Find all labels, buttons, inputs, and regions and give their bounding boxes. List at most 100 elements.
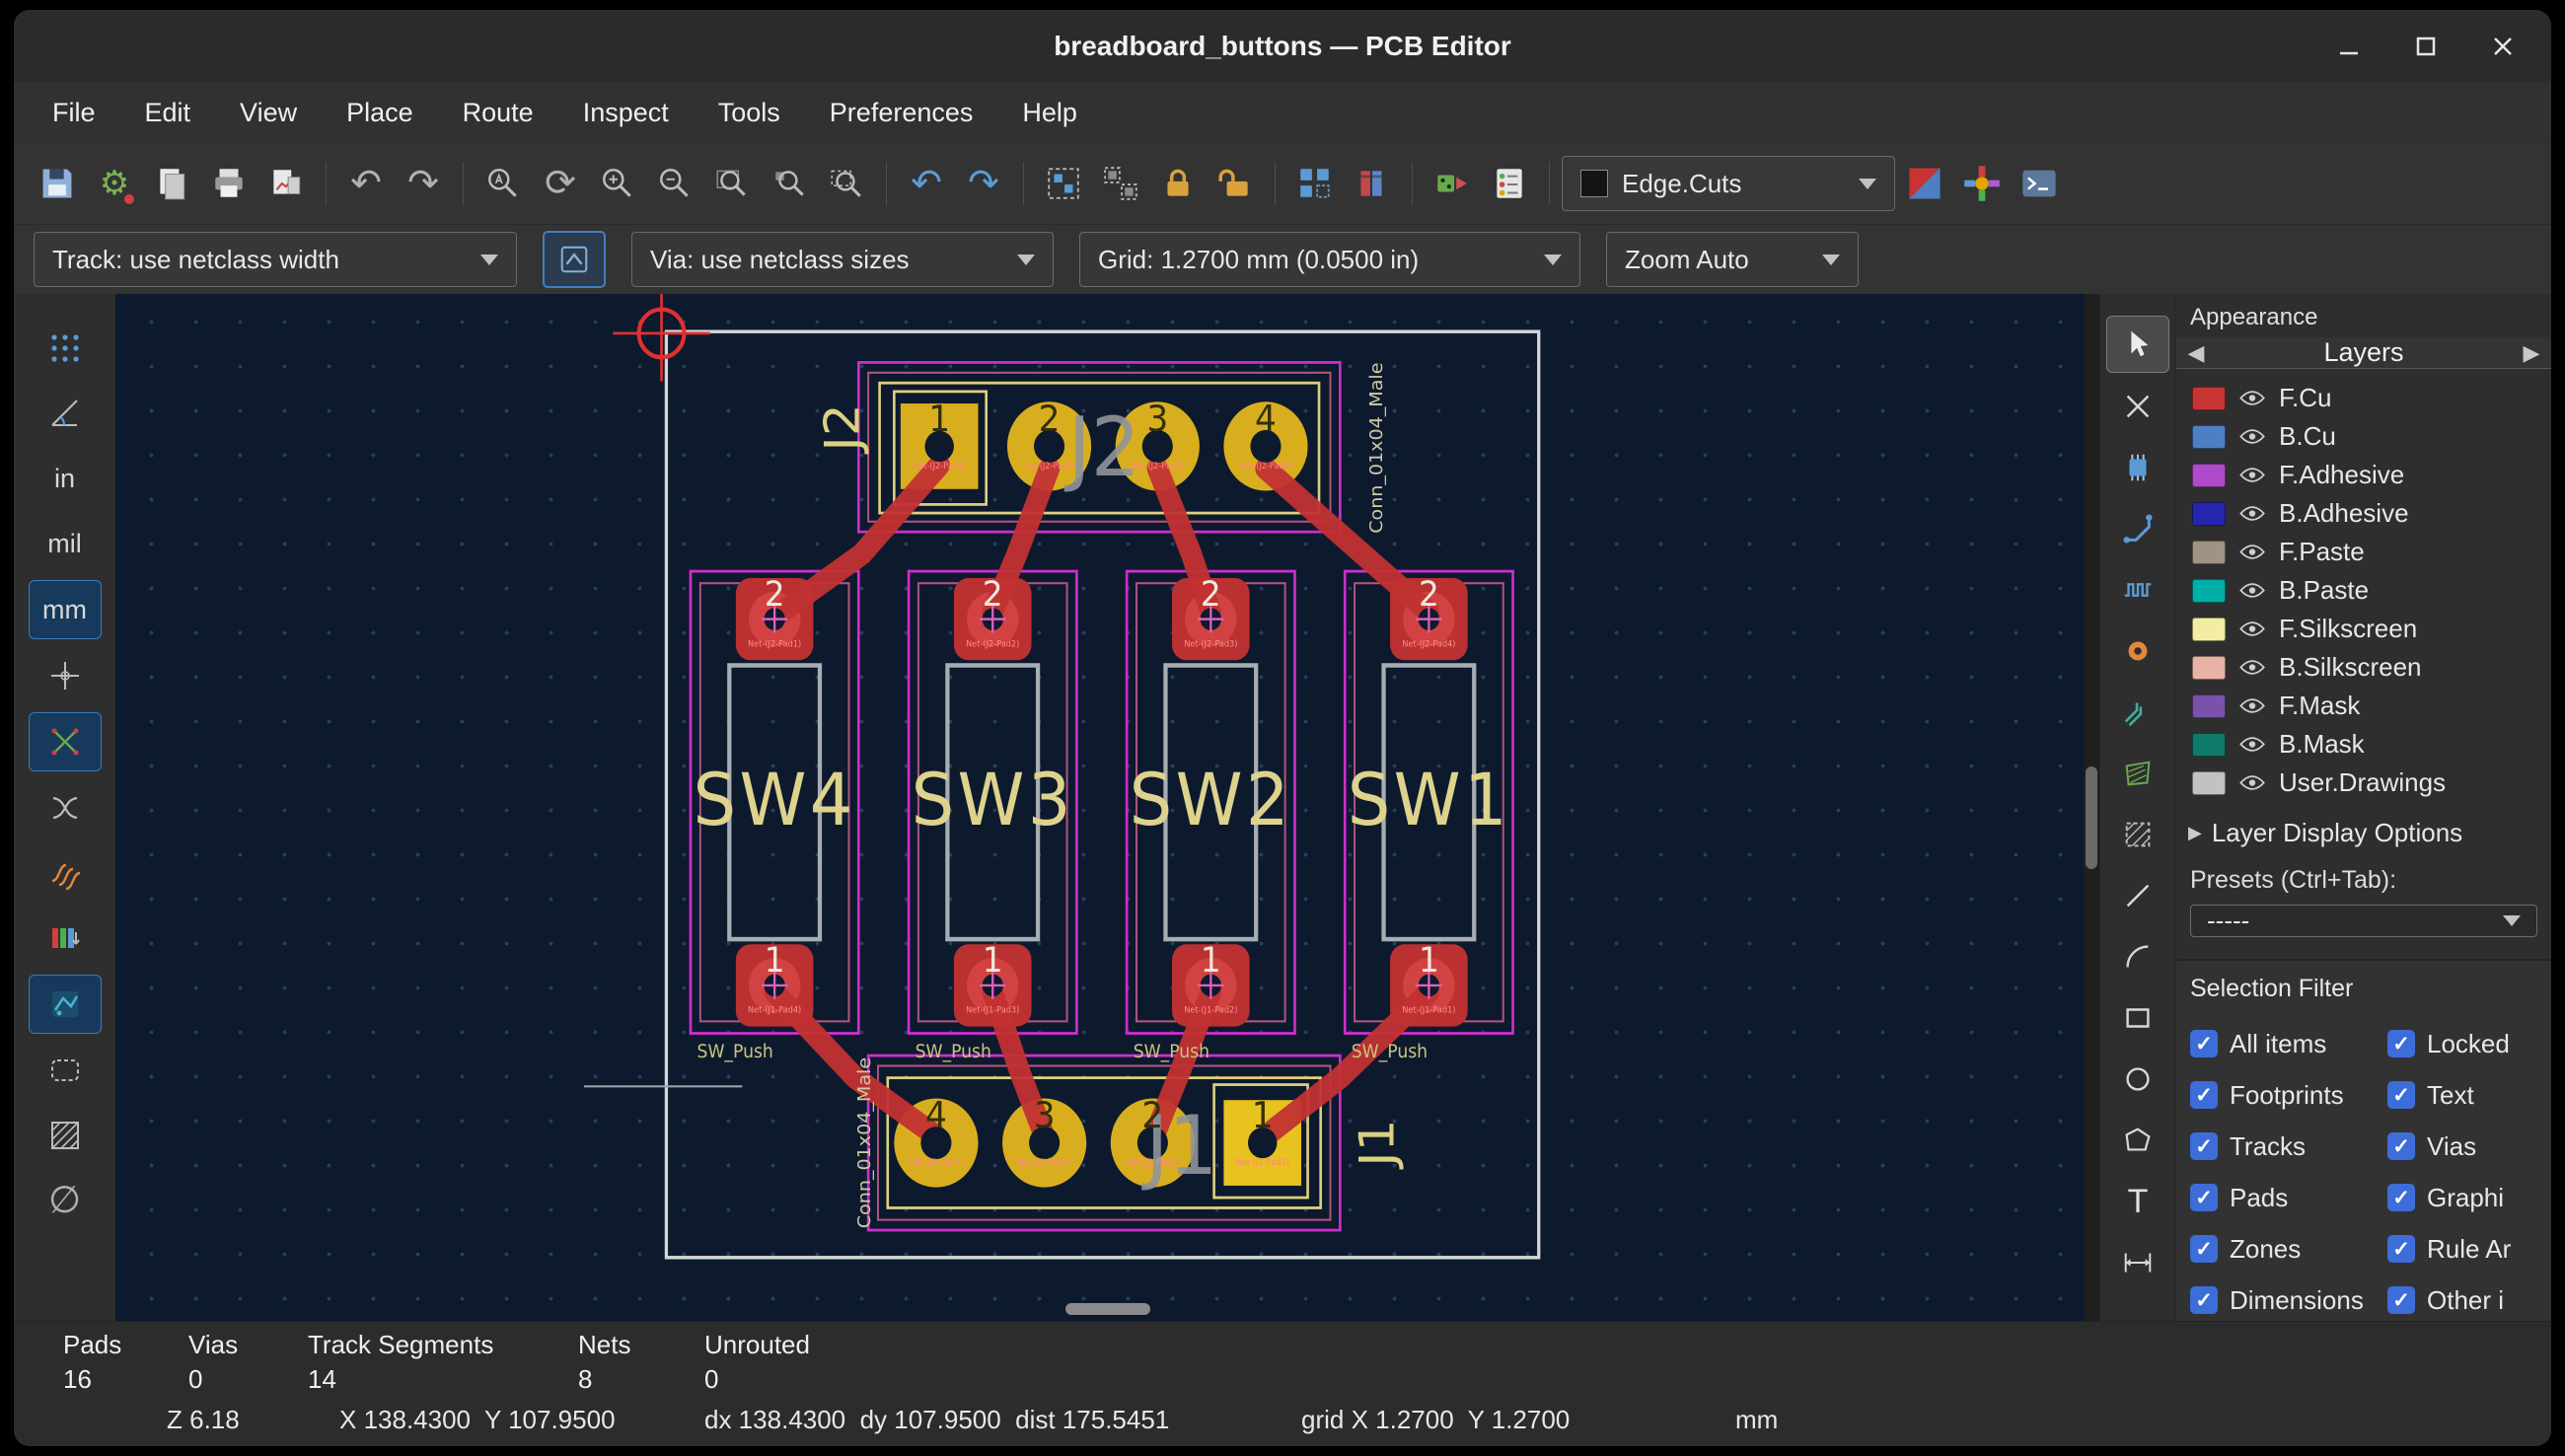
menu-view[interactable]: View — [215, 83, 322, 142]
layer-color-swatch[interactable] — [2192, 463, 2226, 487]
select-tool-button[interactable] — [2106, 316, 2169, 373]
menu-inspect[interactable]: Inspect — [558, 83, 694, 142]
cursor-shape-button[interactable] — [30, 647, 101, 704]
tune-length-button[interactable] — [2107, 562, 2168, 618]
layer-color-swatch[interactable] — [2192, 617, 2226, 641]
layer-color-swatch[interactable] — [2192, 732, 2226, 757]
presets-dropdown[interactable]: ----- — [2190, 905, 2537, 937]
filter-tracks[interactable]: ✓ Tracks — [2190, 1126, 2387, 1167]
zoom-out-button[interactable] — [647, 153, 702, 214]
visibility-eye-icon[interactable] — [2237, 390, 2267, 406]
refresh-button[interactable]: ⟳ — [533, 153, 588, 214]
toggle-grid-button[interactable] — [30, 320, 101, 377]
board-setup-button[interactable]: ⚙ — [87, 153, 142, 214]
layer-presets-button[interactable] — [1954, 153, 2010, 214]
close-button[interactable] — [2488, 32, 2518, 61]
vertical-scrollbar[interactable] — [2084, 294, 2099, 1321]
checkbox-checked[interactable]: ✓ — [2190, 1286, 2218, 1314]
filter-rule-areas[interactable]: ✓ Rule Ar — [2387, 1228, 2551, 1270]
visibility-eye-icon[interactable] — [2237, 736, 2267, 753]
layer-row-fsilkscreen[interactable]: F.Silkscreen — [2176, 610, 2551, 648]
filter-text[interactable]: ✓ Text — [2387, 1074, 2551, 1116]
draw-line-button[interactable] — [2107, 868, 2168, 923]
scripting-console-button[interactable] — [2012, 153, 2067, 214]
track-display-button[interactable] — [30, 844, 101, 902]
checkbox-checked[interactable]: ✓ — [2190, 1132, 2218, 1160]
pad-display-button[interactable] — [30, 1042, 101, 1099]
route-tracks-button[interactable] — [2107, 501, 2168, 556]
visibility-eye-icon[interactable] — [2237, 428, 2267, 445]
title-bar[interactable]: breadboard_buttons — PCB Editor — [14, 10, 2551, 83]
group-items-button[interactable] — [1036, 153, 1091, 214]
layer-row-fcu[interactable]: F.Cu — [2176, 379, 2551, 417]
zoom-fit-objects-button[interactable] — [762, 153, 817, 214]
layer-color-swatch[interactable] — [2192, 655, 2226, 680]
net-color-mode-button[interactable] — [30, 910, 101, 967]
layer-row-bsilkscreen[interactable]: B.Silkscreen — [2176, 648, 2551, 687]
minimize-button[interactable] — [2334, 32, 2364, 61]
pcb-canvas[interactable]: J2 J2 Conn_01x04_Male 1 2 3 4 Net-(J2-Pa… — [115, 294, 2099, 1321]
units-mils-button[interactable]: mil — [30, 515, 101, 572]
menu-preferences[interactable]: Preferences — [805, 83, 998, 142]
add-zone-button[interactable] — [2107, 746, 2168, 801]
nav-forward-button[interactable]: ↷ — [956, 153, 1011, 214]
layer-row-bcu[interactable]: B.Cu — [2176, 417, 2551, 456]
zone-hide-button[interactable]: ∅ — [30, 1172, 101, 1229]
nav-back-button[interactable]: ↶ — [899, 153, 954, 214]
horizontal-scrollbar[interactable] — [1064, 1303, 1150, 1315]
checkbox-checked[interactable]: ✓ — [2387, 1184, 2415, 1211]
zoom-dropdown[interactable]: Zoom Auto — [1606, 232, 1859, 287]
dimension-button[interactable] — [2107, 1235, 2168, 1290]
layer-dim-mode-button[interactable] — [28, 975, 102, 1034]
checkbox-checked[interactable]: ✓ — [2387, 1081, 2415, 1109]
layer-color-swatch[interactable] — [2192, 386, 2226, 410]
visibility-eye-icon[interactable] — [2237, 697, 2267, 714]
print-button[interactable] — [201, 153, 256, 214]
layer-selector-dropdown[interactable]: Edge.Cuts — [1562, 156, 1895, 211]
zoom-selection-button[interactable] — [819, 153, 874, 214]
grid-dropdown[interactable]: Grid: 1.2700 mm (0.0500 in) — [1079, 232, 1580, 287]
visibility-eye-icon[interactable] — [2237, 582, 2267, 599]
menu-tools[interactable]: Tools — [694, 83, 805, 142]
page-settings-button[interactable] — [144, 153, 199, 214]
checkbox-checked[interactable]: ✓ — [2190, 1184, 2218, 1211]
layer-row-fmask[interactable]: F.Mask — [2176, 687, 2551, 725]
checkbox-checked[interactable]: ✓ — [2387, 1286, 2415, 1314]
layer-color-swatch[interactable] — [2192, 693, 2226, 718]
save-button[interactable] — [30, 153, 85, 214]
ungroup-items-button[interactable] — [1093, 153, 1148, 214]
filter-pads[interactable]: ✓ Pads — [2190, 1177, 2387, 1218]
menu-help[interactable]: Help — [997, 83, 1102, 142]
draw-polygon-button[interactable] — [2107, 1113, 2168, 1168]
via-size-dropdown[interactable]: Via: use netclass sizes — [631, 232, 1054, 287]
layer-color-swatch[interactable] — [2192, 770, 2226, 795]
checkbox-checked[interactable]: ✓ — [2387, 1235, 2415, 1263]
lock-button[interactable] — [1150, 153, 1206, 214]
draw-arc-button[interactable] — [2107, 929, 2168, 984]
layer-color-swatch[interactable] — [2192, 501, 2226, 526]
ratsnest-visibility-button[interactable] — [28, 712, 102, 771]
rule-area-button[interactable] — [2107, 807, 2168, 862]
netclass-mode-button[interactable] — [543, 231, 606, 288]
visibility-eye-icon[interactable] — [2237, 544, 2267, 560]
filter-graphics[interactable]: ✓ Graphi — [2387, 1177, 2551, 1218]
add-via-button[interactable] — [2107, 623, 2168, 679]
layer-row-bpaste[interactable]: B.Paste — [2176, 571, 2551, 610]
tab-next-icon[interactable]: ▶ — [2512, 340, 2551, 366]
layer-pair-button[interactable] — [1897, 153, 1952, 214]
units-inches-button[interactable]: in — [30, 450, 101, 507]
filter-other-items[interactable]: ✓ Other i — [2387, 1279, 2551, 1321]
draw-circle-button[interactable] — [2107, 1052, 2168, 1107]
diff-pair-button[interactable] — [2107, 685, 2168, 740]
checkbox-checked[interactable]: ✓ — [2190, 1030, 2218, 1057]
checkbox-checked[interactable]: ✓ — [2387, 1132, 2415, 1160]
maximize-button[interactable] — [2411, 32, 2441, 61]
filter-zones[interactable]: ✓ Zones — [2190, 1228, 2387, 1270]
menu-edit[interactable]: Edit — [120, 83, 216, 142]
filter-vias[interactable]: ✓ Vias — [2387, 1126, 2551, 1167]
filter-locked[interactable]: ✓ Locked — [2387, 1023, 2551, 1064]
filter-dimensions[interactable]: ✓ Dimensions — [2190, 1279, 2387, 1321]
menu-file[interactable]: File — [28, 83, 120, 142]
visibility-eye-icon[interactable] — [2237, 659, 2267, 676]
layer-row-bmask[interactable]: B.Mask — [2176, 725, 2551, 764]
